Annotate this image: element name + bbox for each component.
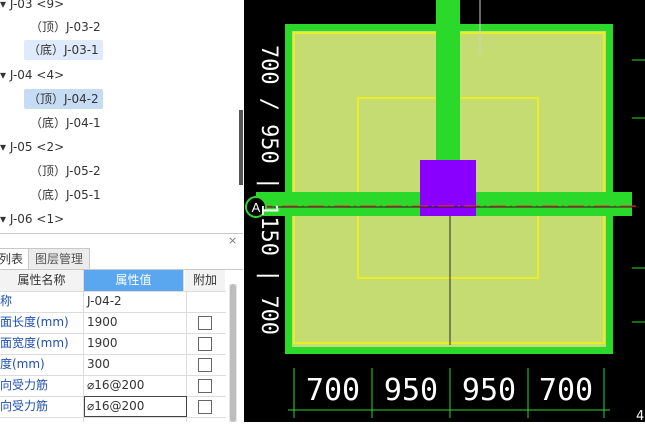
header-name: 属性名称 bbox=[0, 270, 84, 291]
panel-tabs: 列表 图层管理 bbox=[0, 248, 243, 270]
property-value[interactable]: 1900 bbox=[84, 333, 187, 354]
table-row[interactable]: 横向受力筋 ⌀16@200 bbox=[0, 375, 226, 397]
chevron-down-icon[interactable]: ▾ bbox=[0, 140, 6, 154]
tree-item-j04-2[interactable]: （顶）J-04-2 bbox=[24, 89, 103, 109]
property-extra bbox=[185, 396, 225, 417]
tree-group-j03[interactable]: ▾ J-03 <9> bbox=[0, 0, 64, 14]
cad-canvas[interactable]: A 700 / 950 | 1150 | 700 700 950 950 700… bbox=[244, 0, 645, 424]
property-value[interactable]: ⌀16@200 bbox=[84, 375, 187, 396]
extra-checkbox[interactable] bbox=[198, 400, 212, 414]
extra-checkbox[interactable] bbox=[198, 316, 212, 330]
property-extra bbox=[185, 333, 225, 354]
table-row[interactable]: 纵向受力筋 ⌀16@200 bbox=[0, 396, 226, 418]
tab-list[interactable]: 列表 bbox=[0, 248, 31, 269]
tree-group-j05[interactable]: ▾ J-05 <2> bbox=[0, 137, 64, 157]
tree-group-label: J-05 <2> bbox=[9, 140, 65, 154]
dim-label: 950 bbox=[462, 373, 516, 408]
property-extra bbox=[185, 354, 225, 375]
property-name: 名称 bbox=[0, 291, 84, 312]
tree-group-j04[interactable]: ▾ J-04 <4> bbox=[0, 65, 64, 85]
extra-checkbox[interactable] bbox=[198, 337, 212, 351]
property-value[interactable]: J-04-2 bbox=[84, 291, 187, 312]
header-value: 属性值 bbox=[84, 270, 184, 291]
tree-item-j03-2[interactable]: （顶）J-03-2 bbox=[30, 17, 101, 37]
property-grid-header: 属性名称 属性值 附加 bbox=[0, 270, 226, 292]
property-extra bbox=[185, 375, 225, 396]
property-name: 底面宽度(mm) bbox=[0, 333, 84, 354]
table-row[interactable]: 名称 J-04-2 bbox=[0, 291, 226, 313]
tree-item-j04-1[interactable]: （底）J-04-1 bbox=[30, 113, 101, 133]
table-row[interactable] bbox=[0, 417, 226, 422]
vertical-dimension-text: 700 / 950 | 1150 | 700 bbox=[256, 45, 281, 335]
chevron-down-icon[interactable]: ▾ bbox=[0, 0, 6, 11]
property-name: 底面长度(mm) bbox=[0, 312, 84, 333]
property-extra bbox=[185, 291, 225, 312]
tree-scrollbar[interactable] bbox=[239, 110, 243, 185]
dim-label: 700 bbox=[539, 373, 593, 408]
property-value-editor[interactable]: ⌀16@200 bbox=[84, 396, 187, 417]
drawing-svg[interactable]: A 700 / 950 | 1150 | 700 700 950 950 700… bbox=[244, 0, 645, 424]
dim-label: 950 bbox=[384, 373, 438, 408]
close-icon[interactable]: × bbox=[228, 234, 237, 247]
tree-group-label: J-03 <9> bbox=[9, 0, 65, 11]
vertical-beam[interactable] bbox=[436, 0, 460, 168]
scrollbar-thumb[interactable] bbox=[230, 284, 236, 422]
property-extra bbox=[185, 417, 225, 422]
table-row[interactable]: 底面长度(mm) 1900 bbox=[0, 312, 226, 334]
component-tree: ▾ J-03 <9> （顶）J-03-2 （底）J-03-1 ▾ J-04 <4… bbox=[0, 0, 243, 232]
property-value[interactable]: 1900 bbox=[84, 312, 187, 333]
left-panel: ▾ J-03 <9> （顶）J-03-2 （底）J-03-1 ▾ J-04 <4… bbox=[0, 0, 243, 422]
table-row[interactable]: 底面宽度(mm) 1900 bbox=[0, 333, 226, 355]
property-name: 纵向受力筋 bbox=[0, 396, 84, 417]
tree-item-j05-1[interactable]: （底）J-05-1 bbox=[30, 185, 101, 205]
corner-number: 4 bbox=[636, 409, 644, 422]
property-extra bbox=[185, 312, 225, 333]
dim-label: 700 bbox=[306, 373, 360, 408]
property-name: 横向受力筋 bbox=[0, 375, 84, 396]
tab-layer-management[interactable]: 图层管理 bbox=[28, 248, 91, 269]
column[interactable] bbox=[420, 160, 476, 216]
chevron-down-icon[interactable]: ▾ bbox=[0, 212, 6, 226]
tree-item-j03-1[interactable]: （底）J-03-1 bbox=[24, 40, 103, 60]
property-value[interactable]: 300 bbox=[84, 354, 187, 375]
tree-item-j05-2[interactable]: （顶）J-05-2 bbox=[30, 161, 101, 181]
property-name bbox=[0, 417, 84, 422]
tree-group-label: J-04 <4> bbox=[9, 68, 65, 82]
property-name: 高度(mm) bbox=[0, 354, 84, 375]
tree-group-j06[interactable]: ▾ J-06 <1> bbox=[0, 209, 64, 229]
chevron-down-icon[interactable]: ▾ bbox=[0, 68, 6, 82]
table-row[interactable]: 高度(mm) 300 bbox=[0, 354, 226, 376]
extra-checkbox[interactable] bbox=[198, 358, 212, 372]
property-value[interactable] bbox=[84, 417, 187, 422]
panel-divider[interactable] bbox=[0, 233, 243, 234]
property-scrollbar[interactable] bbox=[229, 284, 237, 422]
extra-checkbox[interactable] bbox=[198, 379, 212, 393]
tree-group-label: J-06 <1> bbox=[9, 212, 65, 226]
header-extra: 附加 bbox=[185, 270, 225, 291]
